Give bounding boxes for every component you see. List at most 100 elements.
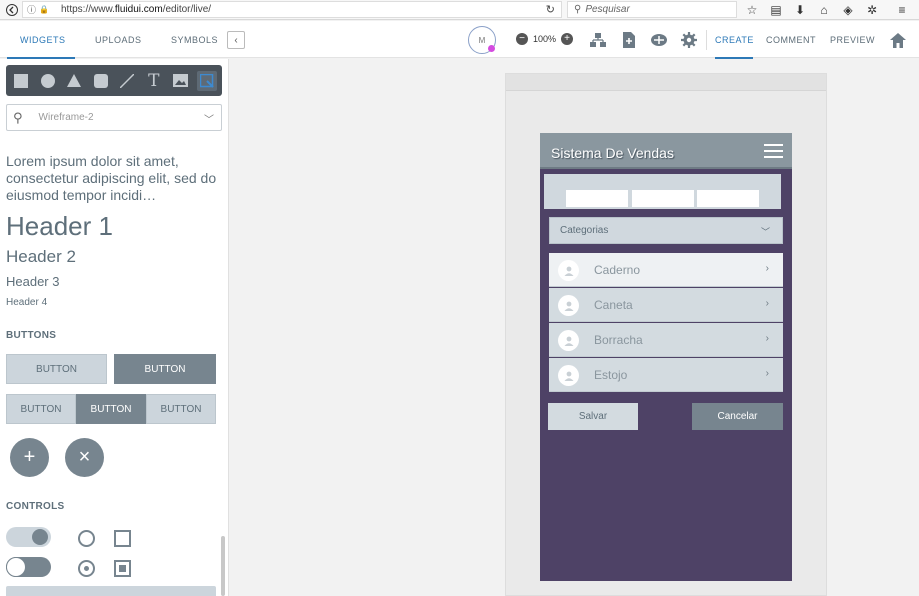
user-icon — [558, 330, 579, 351]
header1-widget[interactable]: Header 1 — [6, 211, 113, 242]
text-tool-icon[interactable]: T — [144, 71, 164, 91]
user-icon — [558, 365, 579, 386]
bookmark-star-icon[interactable]: ☆ — [744, 2, 760, 18]
browser-search-field[interactable]: ⚲ Pesquisar — [567, 1, 737, 18]
chevron-right-icon: › — [765, 298, 769, 309]
tab-uploads[interactable]: UPLOADS — [95, 35, 142, 45]
hotspot-tool-icon[interactable] — [196, 70, 217, 91]
tab-comment[interactable]: COMMENT — [766, 35, 816, 45]
triangle-tool-icon[interactable] — [64, 71, 84, 91]
list-item[interactable]: Estojo › — [549, 358, 783, 392]
radio-off-widget[interactable] — [78, 530, 95, 547]
text-input-3[interactable] — [697, 190, 759, 207]
app-title: Sistema De Vendas — [551, 145, 674, 161]
menu-icon[interactable]: ≡ — [894, 2, 910, 18]
pocket-icon[interactable]: ◈ — [840, 2, 856, 18]
dark-button-widget[interactable]: BUTTON — [114, 354, 216, 384]
collapse-panel-button[interactable]: ‹ — [227, 31, 245, 49]
chevron-down-icon: ﹀ — [204, 115, 214, 126]
panel-scrollbar[interactable] — [221, 536, 225, 596]
list-item[interactable]: Borracha › — [549, 323, 783, 357]
download-icon[interactable]: ⬇ — [792, 2, 808, 18]
sitemap-icon[interactable] — [589, 31, 607, 49]
segmented-button-left[interactable]: BUTTON — [6, 394, 76, 424]
paragraph-widget[interactable]: Lorem ipsum dolor sit amet, consectetur … — [6, 153, 220, 204]
app-header: Sistema De Vendas — [540, 133, 792, 169]
artboard-header[interactable] — [506, 74, 826, 91]
share-icon[interactable] — [650, 31, 668, 49]
search-icon: ⚲ — [574, 4, 582, 15]
home-icon[interactable] — [889, 31, 907, 49]
text-input-1[interactable] — [566, 190, 628, 207]
list-item[interactable]: Caneta › — [549, 288, 783, 322]
tab-preview[interactable]: PREVIEW — [830, 35, 875, 45]
buttons-section-title: BUTTONS — [6, 330, 57, 341]
back-icon[interactable] — [4, 2, 20, 18]
controls-section-title: CONTROLS — [6, 501, 65, 512]
avatar[interactable]: M — [468, 26, 496, 54]
url-bar[interactable]: ⓘ 🔒 https://www.fluidui.com/editor/live/… — [22, 1, 562, 18]
browser-bar: ⓘ 🔒 https://www.fluidui.com/editor/live/… — [0, 0, 919, 20]
add-page-icon[interactable] — [620, 31, 638, 49]
chevron-right-icon: › — [765, 368, 769, 379]
text-input-2[interactable] — [632, 190, 694, 207]
chevron-down-icon: ﹀ — [760, 227, 770, 237]
header3-widget[interactable]: Header 3 — [6, 274, 59, 289]
category-select[interactable]: Categorias ﹀ — [549, 217, 783, 244]
zoom-controls: − 100% + — [516, 33, 574, 45]
checkbox-off-widget[interactable] — [114, 530, 131, 547]
zoom-in-button[interactable]: + — [561, 33, 574, 45]
rounded-rect-tool-icon[interactable] — [91, 71, 111, 91]
hamburger-menu-icon[interactable] — [764, 144, 783, 162]
chevron-right-icon: › — [765, 263, 769, 274]
list-item[interactable]: Caderno › — [549, 253, 783, 287]
save-button[interactable]: Salvar — [548, 403, 638, 430]
tab-create[interactable]: CREATE — [715, 35, 754, 45]
browser-actions: ☆ ▤ ⬇ ⌂ ◈ ✲ ≡ — [744, 2, 910, 18]
shape-toolbar: T — [6, 65, 222, 96]
info-icon[interactable]: ⓘ — [27, 3, 36, 16]
header2-widget[interactable]: Header 2 — [6, 247, 76, 267]
home-icon[interactable]: ⌂ — [816, 2, 832, 18]
checkbox-on-widget[interactable] — [114, 560, 131, 577]
circle-tool-icon[interactable] — [38, 71, 58, 91]
user-icon — [558, 260, 579, 281]
active-mode-indicator — [715, 57, 753, 59]
line-tool-icon[interactable] — [117, 71, 137, 91]
widget-panel: T ⚲ Wireframe-2 ﹀ Lorem ipsum dolor sit … — [0, 59, 229, 596]
segmented-button-right[interactable]: BUTTON — [146, 394, 216, 424]
fab-add-widget[interactable]: + — [10, 438, 49, 477]
tab-symbols[interactable]: SYMBOLS — [171, 35, 218, 45]
radio-on-widget[interactable] — [78, 560, 95, 577]
light-button-widget[interactable]: BUTTON — [6, 354, 107, 384]
chevron-right-icon: › — [765, 333, 769, 344]
slider-widget[interactable] — [6, 586, 216, 596]
extension-icon[interactable]: ✲ — [864, 2, 880, 18]
lock-icon: 🔒 — [39, 5, 49, 14]
image-tool-icon[interactable] — [170, 71, 190, 91]
reading-list-icon[interactable]: ▤ — [768, 2, 784, 18]
zoom-out-button[interactable]: − — [516, 33, 528, 45]
user-icon — [558, 295, 579, 316]
zoom-level: 100% — [533, 34, 557, 44]
settings-gear-icon[interactable] — [680, 31, 698, 49]
phone-screen[interactable]: Sistema De Vendas Categorias ﹀ Caderno ›… — [540, 133, 792, 581]
toggle-off-widget[interactable] — [6, 557, 51, 577]
input-row — [544, 174, 781, 209]
url-text: https://www.fluidui.com/editor/live/ — [60, 4, 212, 15]
close-icon: × — [78, 446, 91, 468]
toggle-on-widget[interactable] — [6, 527, 51, 547]
plus-icon: + — [23, 446, 36, 468]
tab-widgets[interactable]: WIDGETS — [20, 35, 66, 45]
cancel-button[interactable]: Cancelar — [692, 403, 783, 430]
toolbar-divider — [706, 30, 707, 50]
presence-dot — [488, 45, 495, 52]
rectangle-tool-icon[interactable] — [11, 71, 31, 91]
fab-close-widget[interactable]: × — [65, 438, 104, 477]
wireframe-select[interactable]: ⚲ Wireframe-2 ﹀ — [6, 104, 222, 131]
segmented-button-middle[interactable]: BUTTON — [76, 394, 146, 424]
header4-widget[interactable]: Header 4 — [6, 297, 47, 308]
chevron-left-icon: ‹ — [234, 34, 238, 46]
editor-toolbar: WIDGETS UPLOADS SYMBOLS ‹ M − 100% + CRE… — [0, 21, 919, 59]
reload-icon[interactable]: ↻ — [546, 3, 555, 16]
